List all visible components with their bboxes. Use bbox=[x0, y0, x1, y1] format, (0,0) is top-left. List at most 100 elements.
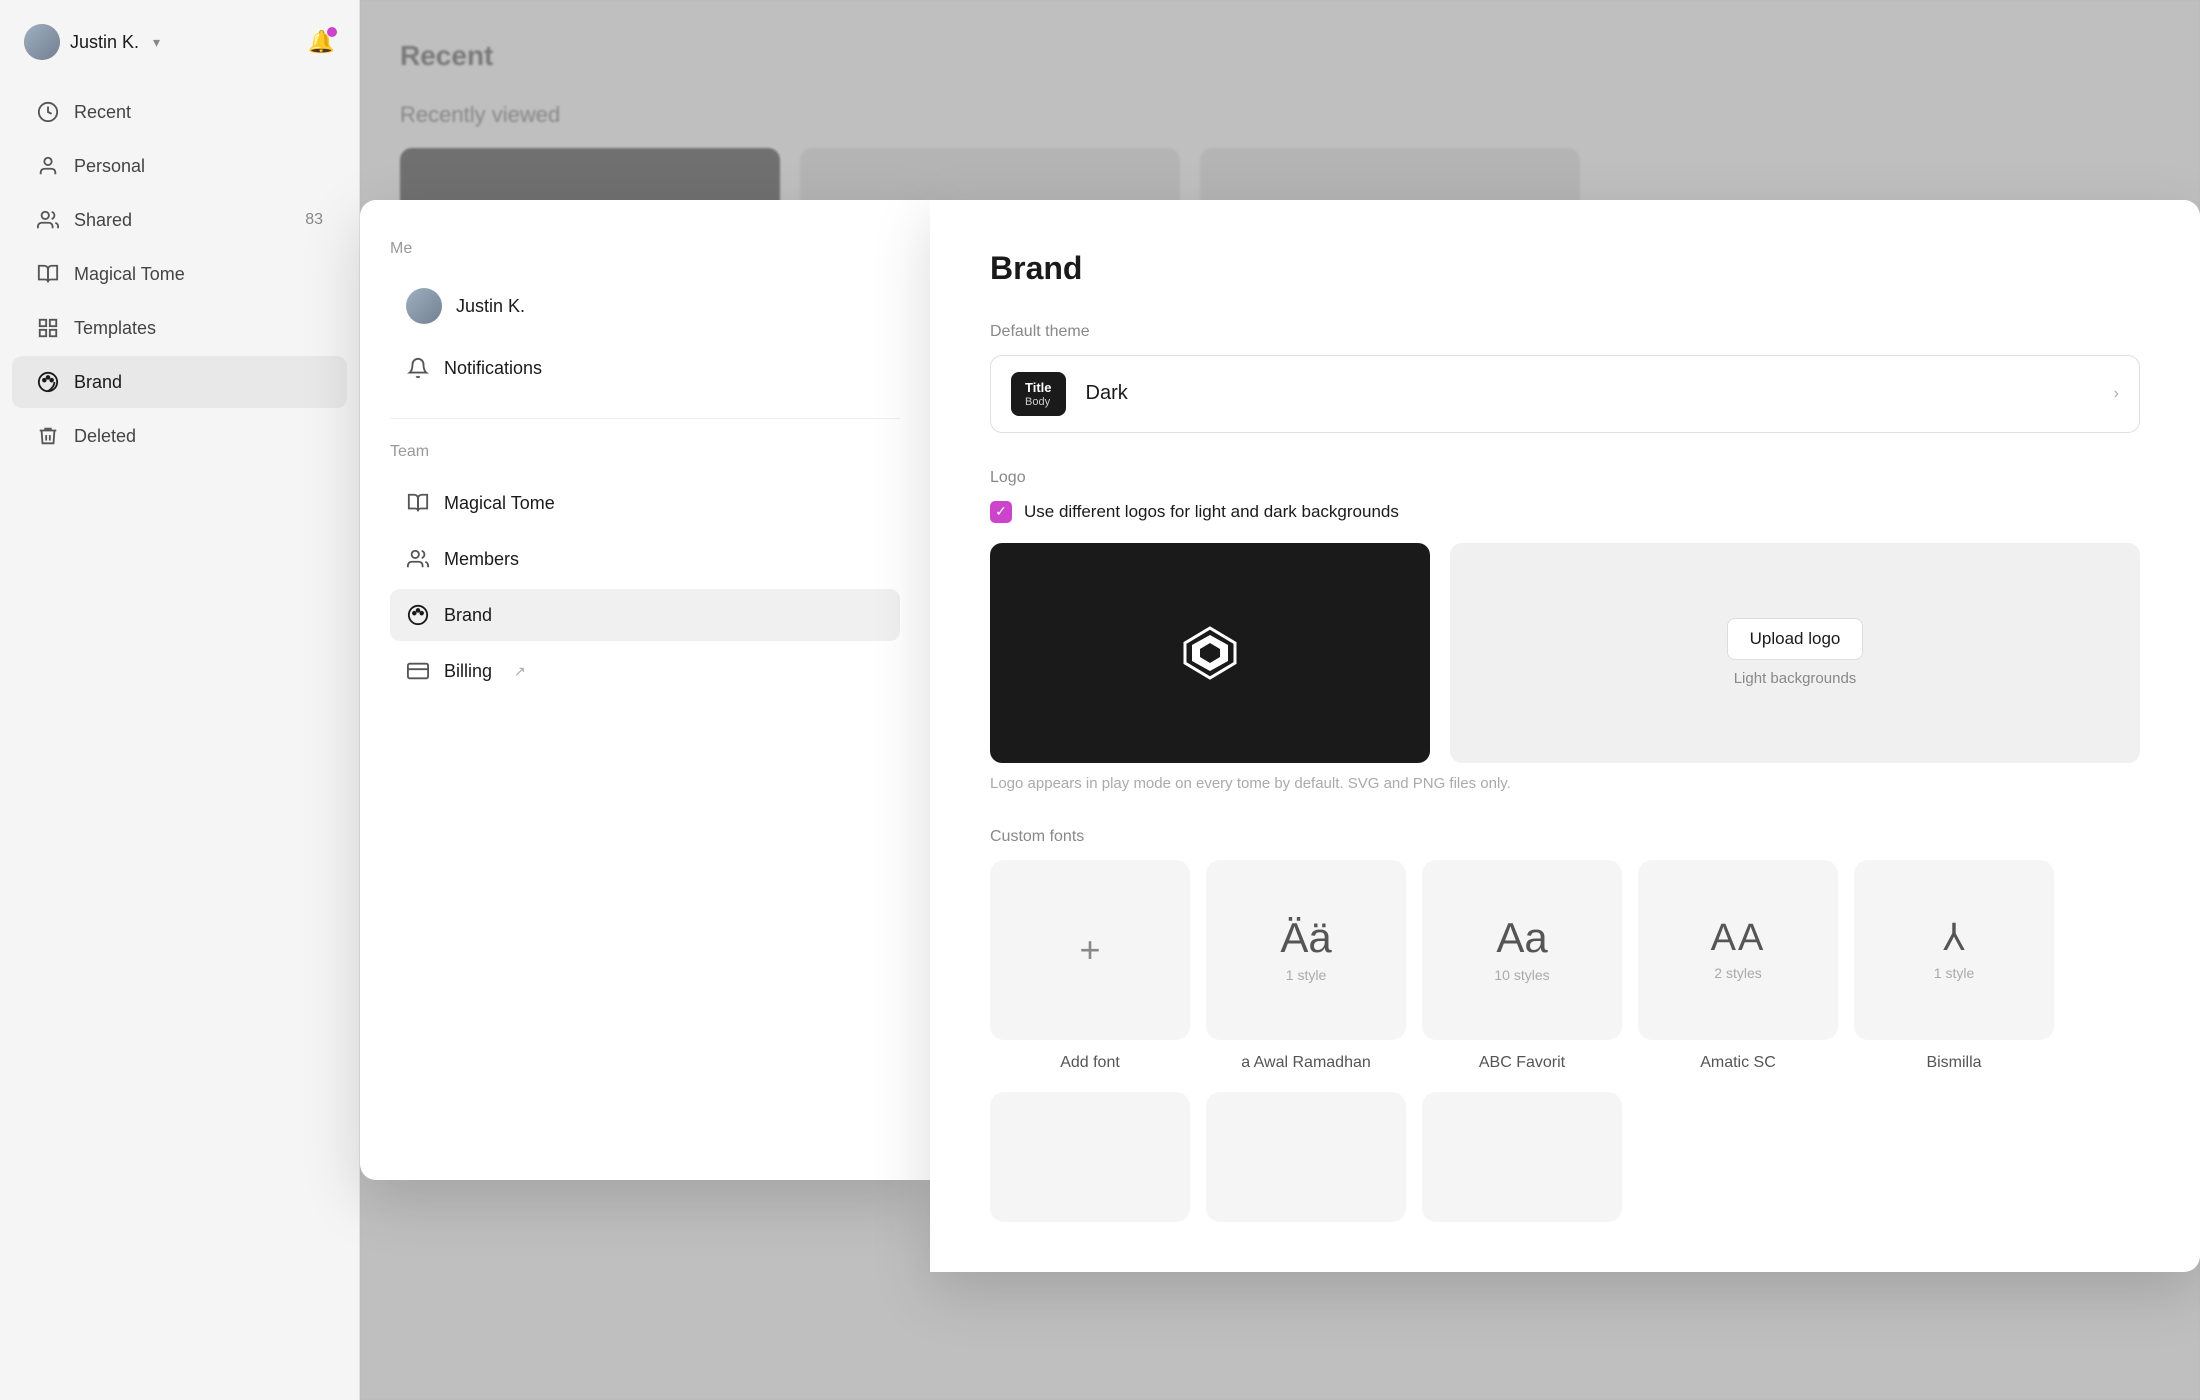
abc-font-card[interactable]: Aa 10 styles bbox=[1422, 860, 1622, 1040]
modal-members-item[interactable]: Members bbox=[390, 533, 900, 585]
abc-font-label: ABC Favorit bbox=[1479, 1054, 1565, 1072]
clock-icon bbox=[36, 100, 60, 124]
modal-notifications-item[interactable]: Notifications bbox=[390, 342, 900, 394]
logo-section-label: Logo bbox=[990, 469, 2140, 487]
modal-user-name: Justin K. bbox=[456, 296, 525, 317]
bismilla-font-card[interactable]: 𑀢 1 style bbox=[1854, 860, 2054, 1040]
trash-icon bbox=[36, 424, 60, 448]
modal-brand-item[interactable]: Brand bbox=[390, 589, 900, 641]
logo-dark-card[interactable] bbox=[990, 543, 1430, 763]
chevron-down-icon: ▾ bbox=[153, 34, 160, 51]
add-font-container: + Add font bbox=[990, 860, 1190, 1072]
checkbox-check-icon: ✓ bbox=[995, 503, 1007, 520]
upload-logo-button[interactable]: Upload logo bbox=[1727, 618, 1864, 660]
add-font-label: Add font bbox=[1060, 1054, 1120, 1072]
brand-page-title: Brand bbox=[990, 250, 2140, 287]
abc-font-container: Aa 10 styles ABC Favorit bbox=[1422, 860, 1622, 1072]
amatic-font-styles: 2 styles bbox=[1714, 965, 1761, 981]
shared-label: Shared bbox=[74, 210, 132, 231]
sidebar-header: Justin K. ▾ 🔔 bbox=[0, 24, 359, 84]
amatic-font-label: Amatic SC bbox=[1700, 1054, 1776, 1072]
awal-font-container: Ää 1 style a Awal Ramadhan bbox=[1206, 860, 1406, 1072]
brand-modal-label: Brand bbox=[444, 605, 492, 626]
templates-label: Templates bbox=[74, 318, 156, 339]
external-link-icon: ↗ bbox=[514, 663, 526, 680]
sidebar: Justin K. ▾ 🔔 Recent Personal Shared 83 … bbox=[0, 0, 360, 1400]
modal-billing-item[interactable]: Billing ↗ bbox=[390, 645, 900, 697]
modal-magical-tome-item[interactable]: Magical Tome bbox=[390, 477, 900, 529]
theme-preview-swatch: Title Body bbox=[1011, 372, 1066, 416]
amatic-font-container: AA 2 styles Amatic SC bbox=[1638, 860, 1838, 1072]
logo-checkbox[interactable]: ✓ bbox=[990, 501, 1012, 523]
user-icon bbox=[36, 154, 60, 178]
user-name: Justin K. bbox=[70, 32, 139, 53]
sidebar-item-deleted[interactable]: Deleted bbox=[12, 410, 347, 462]
palette-icon bbox=[36, 370, 60, 394]
logo-dark-icon bbox=[1180, 623, 1240, 683]
upload-logo-subtitle: Light backgrounds bbox=[1734, 670, 1857, 687]
font-card-sm-2[interactable] bbox=[1206, 1092, 1406, 1222]
logo-section: Logo ✓ Use different logos for light and… bbox=[990, 469, 2140, 792]
theme-preview-title-text: Title bbox=[1025, 380, 1052, 396]
theme-selector[interactable]: Title Body Dark › bbox=[990, 355, 2140, 433]
custom-fonts-label: Custom fonts bbox=[990, 828, 2140, 846]
logo-checkbox-row[interactable]: ✓ Use different logos for light and dark… bbox=[990, 501, 2140, 523]
awal-font-preview: Ää bbox=[1280, 917, 1331, 959]
card-icon-modal bbox=[406, 659, 430, 683]
palette-icon-modal bbox=[406, 603, 430, 627]
logo-checkbox-label: Use different logos for light and dark b… bbox=[1024, 502, 1399, 522]
abc-font-styles: 10 styles bbox=[1494, 967, 1549, 983]
shared-badge: 83 bbox=[305, 211, 323, 229]
sidebar-item-brand[interactable]: Brand bbox=[12, 356, 347, 408]
modal-user-item[interactable]: Justin K. bbox=[390, 274, 900, 338]
default-theme-label: Default theme bbox=[990, 323, 2140, 341]
user-menu[interactable]: Justin K. ▾ bbox=[24, 24, 160, 60]
logo-light-card[interactable]: Upload logo Light backgrounds bbox=[1450, 543, 2140, 763]
theme-chevron-icon: › bbox=[2114, 385, 2119, 403]
awal-font-card[interactable]: Ää 1 style bbox=[1206, 860, 1406, 1040]
team-section-label: Team bbox=[390, 443, 900, 461]
logo-hint-text: Logo appears in play mode on every tome … bbox=[990, 775, 2140, 792]
bell-icon bbox=[406, 356, 430, 380]
bismilla-font-label: Bismilla bbox=[1926, 1054, 1981, 1072]
abc-font-preview: Aa bbox=[1496, 917, 1547, 959]
custom-fonts-section: Custom fonts + Add font Ää 1 style a Awa… bbox=[990, 828, 2140, 1222]
users-icon-modal bbox=[406, 547, 430, 571]
sidebar-item-recent[interactable]: Recent bbox=[12, 86, 347, 138]
bismilla-font-preview: 𑀢 bbox=[1942, 919, 1966, 957]
notifications-label: Notifications bbox=[444, 358, 542, 379]
billing-modal-label: Billing bbox=[444, 661, 492, 682]
font-card-sm-3[interactable] bbox=[1422, 1092, 1622, 1222]
users-icon bbox=[36, 208, 60, 232]
magical-tome-label: Magical Tome bbox=[74, 264, 185, 285]
notification-bell[interactable]: 🔔 bbox=[308, 29, 335, 55]
fonts-grid: + Add font Ää 1 style a Awal Ramadhan Aa… bbox=[990, 860, 2140, 1072]
modal-left-panel: Me Justin K. Notifications Team Magical … bbox=[360, 200, 930, 1180]
font-card-sm-1[interactable] bbox=[990, 1092, 1190, 1222]
fonts-row2 bbox=[990, 1092, 2140, 1222]
divider bbox=[390, 418, 900, 419]
me-section-label: Me bbox=[390, 240, 900, 258]
deleted-label: Deleted bbox=[74, 426, 136, 447]
amatic-font-preview: AA bbox=[1711, 919, 1766, 957]
sidebar-item-personal[interactable]: Personal bbox=[12, 140, 347, 192]
book-icon-modal bbox=[406, 491, 430, 515]
notification-dot bbox=[327, 27, 337, 37]
bismilla-font-styles: 1 style bbox=[1934, 965, 1974, 981]
grid-icon bbox=[36, 316, 60, 340]
bismilla-font-container: 𑀢 1 style Bismilla bbox=[1854, 860, 2054, 1072]
sidebar-item-magical-tome[interactable]: Magical Tome bbox=[12, 248, 347, 300]
modal-user-avatar bbox=[406, 288, 442, 324]
brand-label: Brand bbox=[74, 372, 122, 393]
awal-font-label: a Awal Ramadhan bbox=[1241, 1054, 1371, 1072]
amatic-font-card[interactable]: AA 2 styles bbox=[1638, 860, 1838, 1040]
personal-label: Personal bbox=[74, 156, 145, 177]
magical-tome-modal-label: Magical Tome bbox=[444, 493, 555, 514]
avatar bbox=[24, 24, 60, 60]
sidebar-item-templates[interactable]: Templates bbox=[12, 302, 347, 354]
awal-font-styles: 1 style bbox=[1286, 967, 1326, 983]
logo-cards-row: Upload logo Light backgrounds bbox=[990, 543, 2140, 763]
sidebar-item-shared[interactable]: Shared 83 bbox=[12, 194, 347, 246]
add-font-card[interactable]: + bbox=[990, 860, 1190, 1040]
book-icon bbox=[36, 262, 60, 286]
